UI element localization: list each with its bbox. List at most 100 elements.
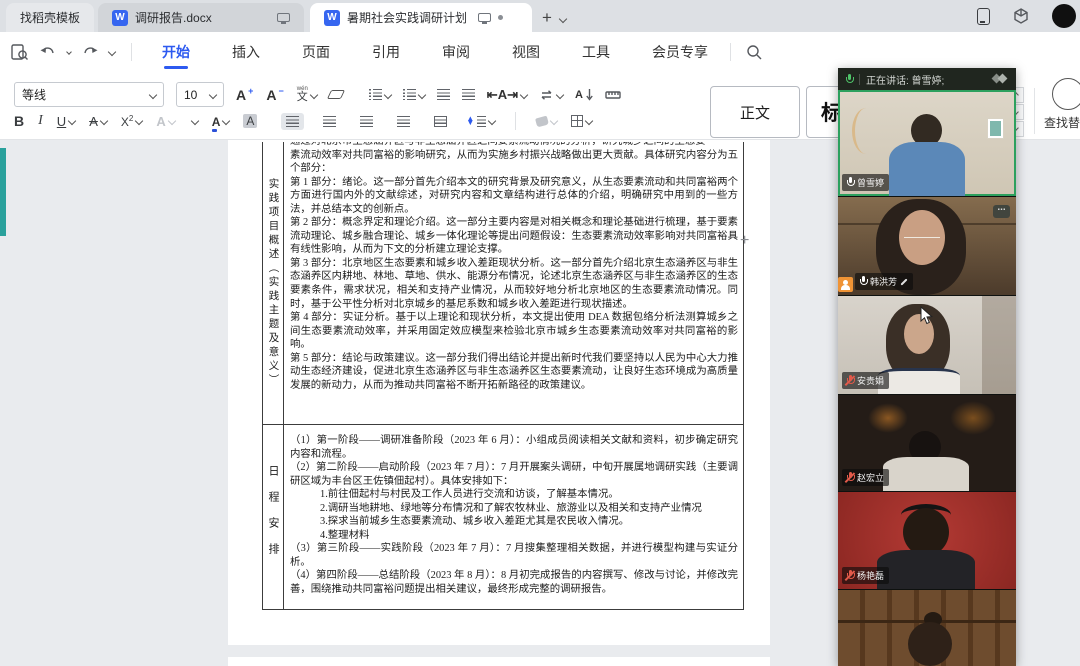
decrease-font-button[interactable]: A− [266, 87, 284, 103]
tab-insert[interactable]: 插入 [230, 33, 262, 71]
font-color-button[interactable]: A [212, 114, 230, 129]
tab-template-store[interactable]: 找稻壳模板 [6, 3, 94, 32]
tab-ruler-button[interactable] [605, 89, 621, 100]
tab-doc-plan-active[interactable]: W 暑期社会实践调研计划 [310, 3, 532, 32]
paragraph[interactable]: （3）第三阶段——实践阶段（2023 年 7 月）：7 月搜集整理相关数据，并进… [290, 542, 738, 569]
mic-muted-icon [846, 375, 854, 386]
participant-silhouette [908, 622, 952, 666]
font-name-select[interactable]: 等线 [14, 82, 164, 107]
table-insert-handle[interactable]: + [740, 232, 749, 250]
table-cell-schedule[interactable]: （1）第一阶段——调研准备阶段（2023 年 6 月）：小组成员阅读相关文献和资… [284, 425, 743, 609]
participant-name: 杨艳磊 [857, 569, 884, 582]
character-shading-button[interactable]: A [243, 114, 257, 128]
numbered-list-button[interactable] [403, 89, 425, 100]
video-tile[interactable]: 杨艳磊 [838, 492, 1016, 589]
decor [982, 296, 1016, 394]
clear-format-button[interactable] [329, 90, 343, 99]
justify-button[interactable] [392, 113, 415, 130]
undo-dropdown-chevron-icon[interactable] [66, 49, 72, 55]
paragraph[interactable]: 4.整理材料 [290, 529, 738, 543]
undo-icon[interactable] [39, 45, 57, 59]
paragraph[interactable]: 2.调研当地耕地、绿地等分布情况和了解农牧林业、旅游业以及相关和支持产业情况 [290, 502, 738, 516]
tab-list-chevron-icon[interactable] [559, 15, 567, 23]
distribute-button[interactable] [429, 113, 452, 130]
decrease-indent-button[interactable] [437, 89, 450, 100]
tab-review[interactable]: 审阅 [440, 33, 472, 71]
integration-cube-icon[interactable] [1012, 7, 1030, 25]
meeting-header-drag-handle[interactable]: 正在讲话: 曾雪婷; [838, 68, 1016, 90]
mic-muted-icon [846, 472, 854, 483]
paragraph[interactable]: 1.前往佃起村与村民及工作人员进行交流和访谈，了解基本情况。 [290, 488, 738, 502]
align-right-button[interactable] [355, 113, 378, 130]
paragraph[interactable]: 通过对北京市生态涵养区与非生态涵养区之间要素流动情况的分析，研究城乡之间的生态要 [290, 142, 738, 149]
increase-indent-icon [462, 89, 475, 100]
strikethrough-button[interactable]: A [89, 114, 107, 129]
superscript-button[interactable]: X2 [121, 114, 142, 129]
chevron-down-icon [149, 90, 157, 98]
mouse-cursor [920, 306, 933, 325]
video-tile-partial[interactable] [838, 590, 1016, 666]
redo-dropdown-chevron-icon[interactable] [108, 48, 116, 56]
bullet-list-button[interactable] [369, 89, 391, 100]
paragraph[interactable]: 第 2 部分：概念界定和理论介绍。这一部分主要内容是对相关概念和理论基础进行梳理… [290, 216, 738, 257]
font-color-swatch [212, 129, 218, 132]
participant-name-badge: 赵宏立 [842, 469, 889, 486]
chevron-down-icon [135, 117, 143, 125]
table-row-header[interactable]: 实践项目概述（实践主题及意义） [263, 142, 284, 424]
italic-button[interactable]: I [38, 113, 43, 129]
video-call-panel[interactable]: 正在讲话: 曾雪婷; 曾雪婷 ... 韩洪芳 [838, 68, 1016, 666]
text-effects-button[interactable]: A [156, 114, 174, 129]
increase-font-button[interactable]: A+ [236, 87, 254, 103]
increase-indent-button[interactable] [462, 89, 475, 100]
paragraph[interactable]: 第 1 部分：绪论。这一部分首先介绍本文的研究背景及研究意义，从生态要素流动和共… [290, 176, 738, 217]
table-cell-overview[interactable]: 通过对北京市生态涵养区与非生态涵养区之间要素流动情况的分析，研究城乡之间的生态要… [284, 142, 743, 424]
tab-home[interactable]: 开始 [160, 33, 192, 71]
paragraph[interactable]: （2）第二阶段——启动阶段（2023 年 7 月）：7 月开展案头调研，中旬开展… [290, 461, 738, 488]
paragraph[interactable]: 第 4 部分：实证分析。基于以上理论和现状分析，本文提出使用 DEA 数据包络分… [290, 311, 738, 352]
paragraph[interactable]: 第 3 部分：北京地区生态要素和城乡收入差距现状分析。这一部分首先介绍北京生态涵… [290, 257, 738, 311]
sort-button[interactable]: A [575, 89, 593, 101]
tab-page[interactable]: 页面 [300, 33, 332, 71]
video-tile-active-speaker[interactable]: 曾雪婷 [838, 90, 1016, 196]
chevron-down-icon [520, 90, 528, 98]
paragraph[interactable]: 素流动效率对共同富裕的影响研究，从而为实施乡村振兴战略做出更大贡献。具体研究内容… [290, 149, 738, 176]
paragraph[interactable]: 3.探求当前城乡生态要素流动、城乡收入差距尤其是农民收入情况。 [290, 515, 738, 529]
down-arrow-icon [586, 89, 593, 101]
table-row: 日程安排 （1）第一阶段——调研准备阶段（2023 年 6 月）：小组成员阅读相… [263, 425, 743, 609]
table-row-header[interactable]: 日程安排 [263, 425, 284, 609]
paragraph[interactable]: （4）第四阶段——总结阶段（2023 年 8 月）：8 月初完成报告的内容撰写、… [290, 569, 738, 596]
line-spacing-button[interactable]: ▲▼ [466, 116, 495, 127]
print-preview-icon[interactable] [10, 43, 29, 61]
borders-button[interactable] [571, 115, 592, 127]
align-center-button[interactable] [318, 113, 341, 130]
highlight-color-button[interactable] [189, 118, 198, 124]
underline-button[interactable]: U [57, 114, 75, 129]
document-page[interactable]: 实践项目概述（实践主题及意义） 通过对北京市生态涵养区与非生态涵养区之间要素流动… [228, 140, 770, 645]
pinyin-guide-button[interactable]: wén文 [297, 86, 317, 103]
account-avatar[interactable] [1052, 4, 1076, 28]
tab-doc-report[interactable]: W 调研报告.docx [98, 3, 304, 32]
character-scale-button[interactable]: ⇤A⇥ [487, 87, 527, 103]
video-tile[interactable]: ... 韩洪芳 [838, 197, 1016, 295]
decor [950, 401, 996, 435]
align-left-button[interactable] [281, 113, 304, 130]
tile-more-button[interactable]: ... [993, 205, 1010, 218]
ribbon-search-icon[interactable] [745, 43, 763, 61]
chevron-down-icon [384, 90, 392, 98]
bold-button[interactable]: B [14, 113, 24, 129]
tab-member[interactable]: 会员专享 [650, 33, 710, 71]
tab-references[interactable]: 引用 [370, 33, 402, 71]
text-direction-button[interactable] [539, 89, 563, 101]
redo-icon[interactable] [81, 45, 99, 59]
paragraph[interactable]: 第 5 部分：结论与政策建议。这一部分我们得出结论并提出新时代我们要坚持以人民为… [290, 352, 738, 393]
new-tab-button[interactable]: + [532, 8, 560, 32]
style-normal[interactable]: 正文 [710, 86, 800, 138]
tab-view[interactable]: 视图 [510, 33, 542, 71]
shading-button[interactable] [536, 117, 557, 126]
tab-tools[interactable]: 工具 [580, 33, 612, 71]
chevron-down-icon [190, 117, 198, 125]
paragraph[interactable]: （1）第一阶段——调研准备阶段（2023 年 6 月）：小组成员阅读相关文献和资… [290, 434, 738, 461]
mobile-view-icon[interactable] [977, 8, 990, 25]
video-tile[interactable]: 赵宏立 [838, 395, 1016, 491]
font-size-select[interactable]: 10 [176, 82, 224, 107]
